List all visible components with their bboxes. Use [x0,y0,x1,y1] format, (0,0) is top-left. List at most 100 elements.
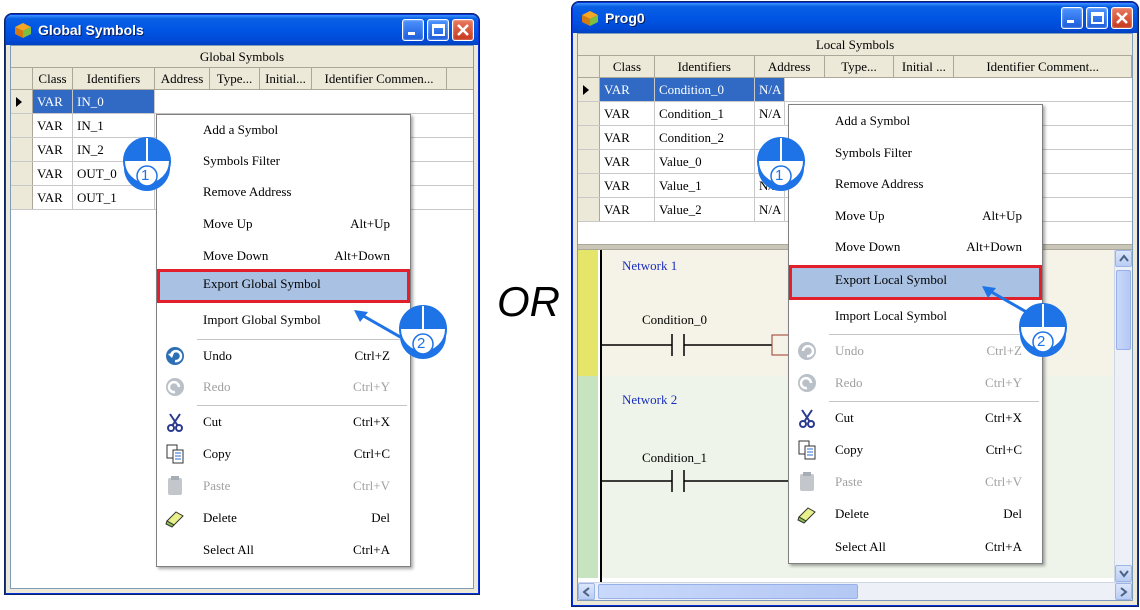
menu-item-undo[interactable]: Undo Ctrl+Z [789,336,1042,366]
row-selector[interactable] [11,162,33,185]
contact-label: Condition_1 [642,450,708,465]
scroll-thumb[interactable] [1116,270,1131,350]
scroll-left-button[interactable] [578,583,595,600]
menu-item-select-all[interactable]: Select All Ctrl+A [789,532,1042,562]
row-selector[interactable] [11,186,33,209]
minimize-button[interactable] [1061,7,1083,29]
cell-class[interactable]: VAR [600,102,655,125]
close-button[interactable] [1111,7,1133,29]
vertical-scrollbar[interactable] [1114,250,1132,582]
cell-class[interactable]: VAR [33,186,73,209]
menu-item-add-symbol[interactable]: Add a Symbol [789,106,1042,136]
cell-identifier[interactable]: IN_1 [73,114,155,137]
menu-item-cut[interactable]: Cut Ctrl+X [789,403,1042,433]
scroll-down-button[interactable] [1115,565,1132,582]
column-header-comment[interactable]: Identifier Comment... [954,56,1132,77]
menu-item-symbols-filter[interactable]: Symbols Filter [789,138,1042,168]
minimize-button[interactable] [402,19,424,41]
row-selector[interactable] [578,174,600,197]
menu-item-copy[interactable]: Copy Ctrl+C [789,435,1042,465]
cell-class[interactable]: VAR [33,90,73,113]
minimize-icon [408,32,415,35]
contact-icon[interactable] [602,466,802,496]
column-header-identifiers[interactable]: Identifiers [655,56,755,77]
cell-class[interactable]: VAR [600,78,655,101]
menu-item-move-up[interactable]: Move Up Alt+Up [789,201,1042,231]
app-icon [15,23,31,38]
menu-item-select-all[interactable]: Select All Ctrl+A [157,535,410,565]
horizontal-scrollbar[interactable] [578,582,1132,600]
table-row[interactable]: VAR Condition_0 N/A [578,78,1132,102]
contact-icon[interactable] [602,330,802,360]
cell-identifier[interactable]: Condition_2 [655,126,755,149]
cell-address[interactable]: N/A [755,102,785,125]
column-header-address[interactable]: Address [755,56,825,77]
row-selector[interactable] [11,90,33,113]
row-selector[interactable] [578,150,600,173]
column-header-comment[interactable]: Identifier Commen... [312,68,447,89]
cell-class[interactable]: VAR [600,150,655,173]
menu-item-redo[interactable]: Redo Ctrl+Y [789,368,1042,398]
menu-item-move-down[interactable]: Move Down Alt+Down [157,241,410,271]
cell-identifier[interactable]: Value_2 [655,198,755,221]
cell-identifier[interactable]: Condition_0 [655,78,755,101]
eraser-icon [797,507,816,524]
cell-class[interactable]: VAR [600,126,655,149]
menu-item-export-global-symbol[interactable]: Export Global Symbol [157,269,410,303]
column-header-initial[interactable]: Initial... [260,68,312,89]
cell-class[interactable]: VAR [33,138,73,161]
menu-item-cut[interactable]: Cut Ctrl+X [157,407,410,437]
cell-class[interactable]: VAR [600,198,655,221]
cell-address[interactable]: N/A [755,78,785,101]
menu-item-delete[interactable]: Delete Del [157,503,410,533]
row-selector[interactable] [578,198,600,221]
column-header-type[interactable]: Type... [825,56,895,77]
row-selector[interactable] [578,126,600,149]
scroll-right-button[interactable] [1115,583,1132,600]
scroll-up-button[interactable] [1115,250,1132,267]
network-label: Network 2 [622,392,678,407]
menu-item-delete[interactable]: Delete Del [789,499,1042,529]
row-selector[interactable] [11,114,33,137]
column-header-address[interactable]: Address [155,68,210,89]
menu-item-move-up[interactable]: Move Up Alt+Up [157,209,410,239]
row-selector[interactable] [578,78,600,101]
cell-class[interactable]: VAR [33,162,73,185]
cell-identifier[interactable]: IN_0 [73,90,155,113]
arrow-up-icon [1119,254,1129,262]
menu-separator [829,334,1039,335]
paste-icon [800,472,814,491]
cell-identifier[interactable]: Value_1 [655,174,755,197]
cell-class[interactable]: VAR [33,114,73,137]
maximize-button[interactable] [1086,7,1108,29]
context-menu-local: Add a Symbol Symbols Filter Remove Addre… [788,104,1043,564]
row-selector[interactable] [11,138,33,161]
cell-identifier[interactable]: Condition_1 [655,102,755,125]
menu-item-copy[interactable]: Copy Ctrl+C [157,439,410,469]
cell-address[interactable]: N/A [755,198,785,221]
column-header-identifiers[interactable]: Identifiers [73,68,155,89]
step-badge-1: 1 [756,136,806,194]
column-header-class[interactable]: Class [600,56,655,77]
menu-item-remove-address[interactable]: Remove Address [789,169,1042,199]
maximize-button[interactable] [427,19,449,41]
step-number: 2 [1037,333,1046,350]
menu-item-redo[interactable]: Redo Ctrl+Y [157,372,410,402]
menu-item-move-down[interactable]: Move Down Alt+Down [789,232,1042,262]
column-header-type[interactable]: Type... [210,68,260,89]
scroll-thumb[interactable] [598,584,858,599]
menu-item-paste[interactable]: Paste Ctrl+V [157,471,410,501]
column-header-initial[interactable]: Initial ... [894,56,955,77]
menu-item-paste[interactable]: Paste Ctrl+V [789,467,1042,497]
row-selector[interactable] [578,102,600,125]
cell-identifier[interactable]: Value_0 [655,150,755,173]
menu-item-remove-address[interactable]: Remove Address [157,177,410,207]
menu-item-add-symbol[interactable]: Add a Symbol [157,115,410,145]
window-title: Prog0 [605,10,645,26]
table-row[interactable]: VAR IN_0 [11,90,473,114]
eraser-icon [165,511,184,528]
cell-class[interactable]: VAR [600,174,655,197]
close-button[interactable] [452,19,474,41]
menu-item-symbols-filter[interactable]: Symbols Filter [157,146,410,176]
column-header-class[interactable]: Class [33,68,73,89]
